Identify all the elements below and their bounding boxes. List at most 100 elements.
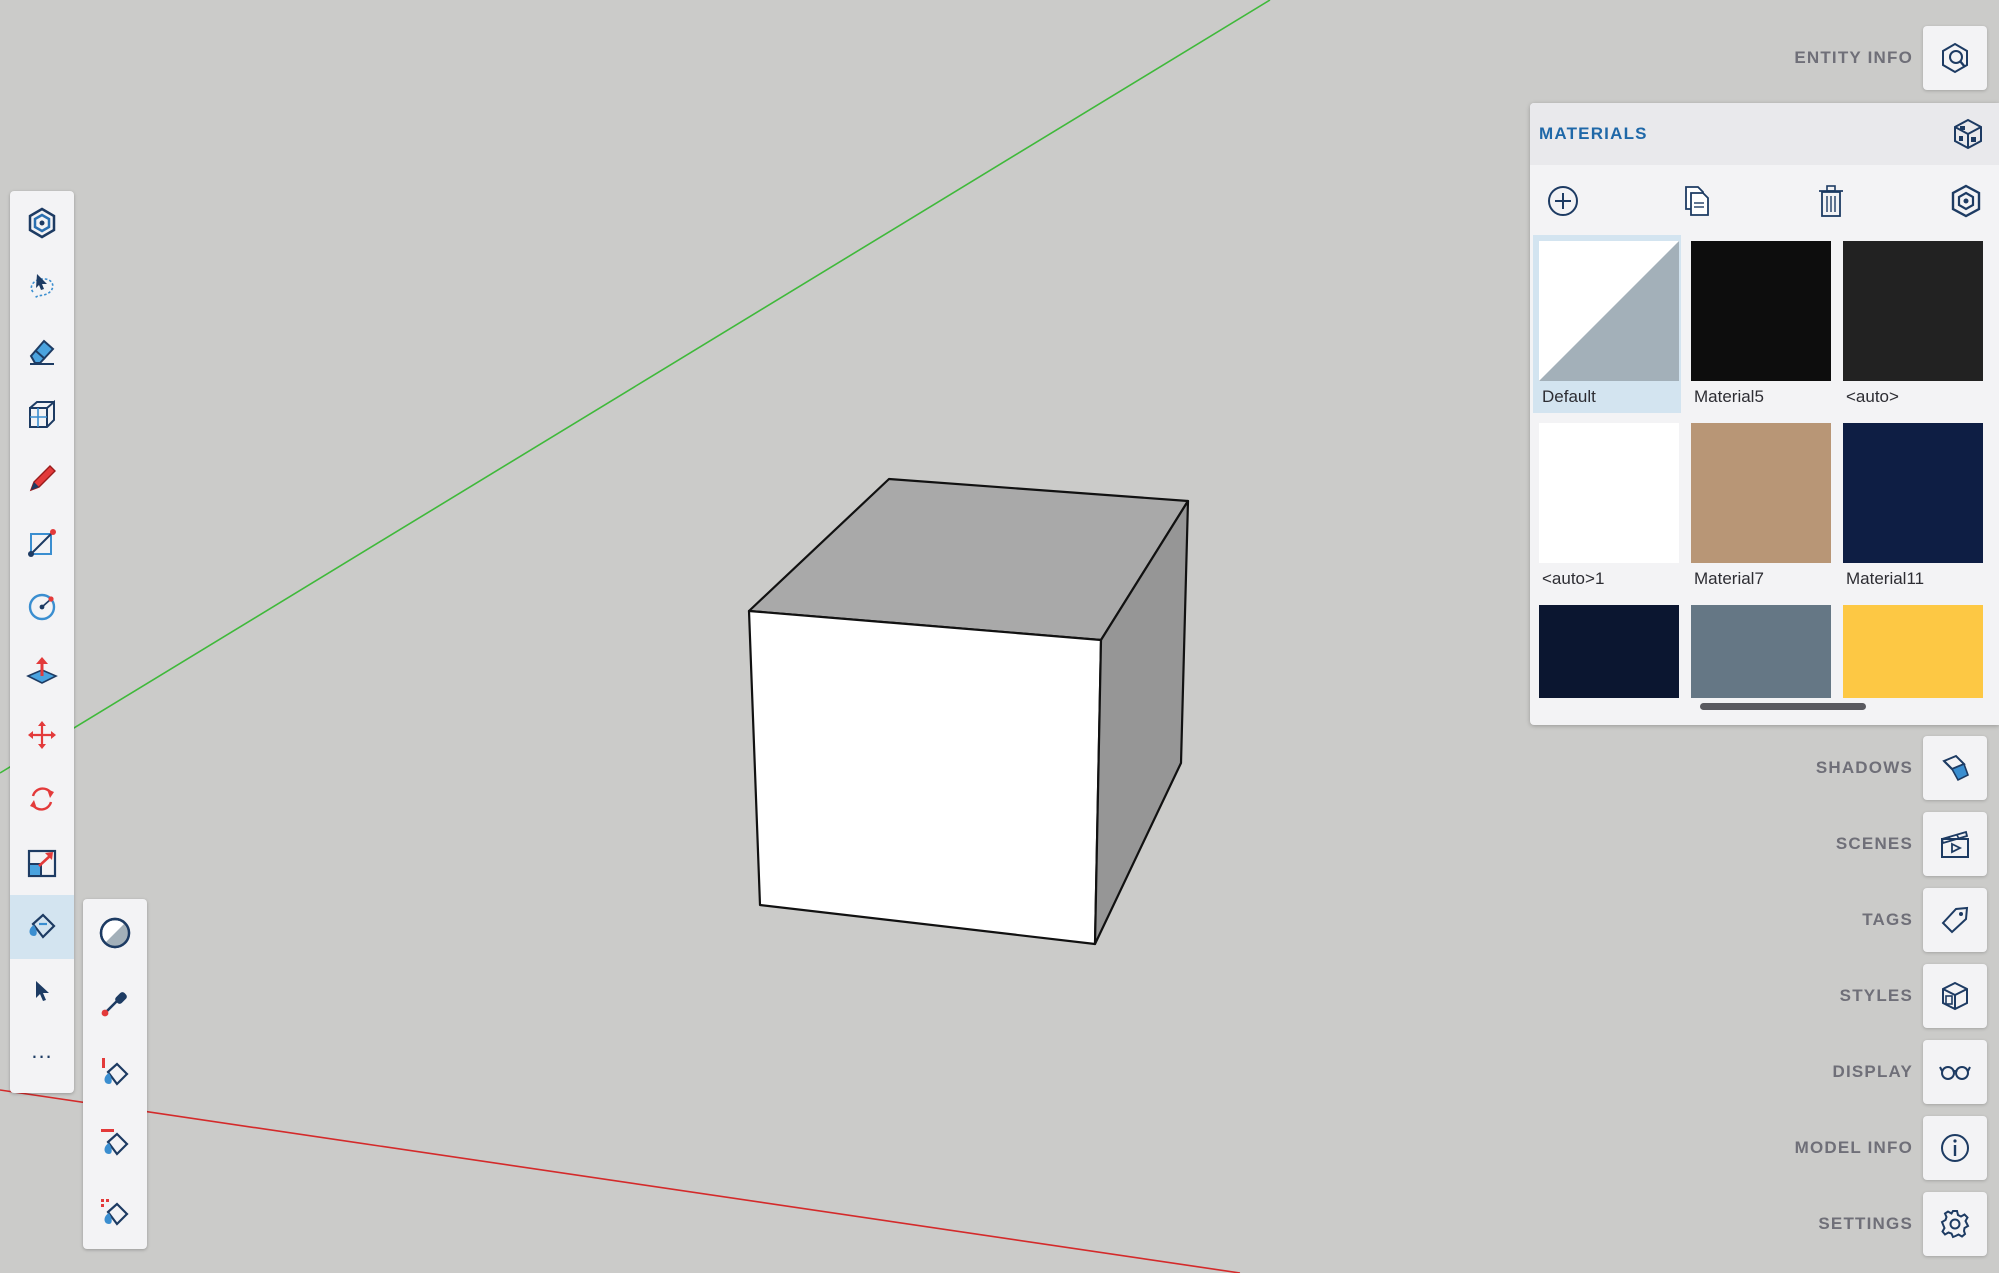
select-tool[interactable] (10, 959, 74, 1023)
materials-actions (1530, 173, 1999, 229)
eyedropper-tool[interactable] (83, 971, 147, 1035)
styles-button[interactable] (1923, 964, 1987, 1028)
circle-icon (28, 593, 56, 621)
material-swatch-color (1691, 423, 1831, 563)
paint-replace-icon (101, 1129, 129, 1156)
display-panel-toggle: DISPLAY (1832, 1040, 1987, 1104)
materials-cube-icon (1954, 118, 1982, 150)
push-pull-icon (26, 657, 58, 684)
paint-adjacent-icon (101, 1199, 129, 1226)
scenes-label[interactable]: SCENES (1836, 834, 1913, 854)
material-swatch-color (1691, 605, 1831, 698)
materials-scrollbar[interactable] (1700, 703, 1866, 710)
material-swatch-material7[interactable]: Material7 (1685, 417, 1833, 595)
paint-bucket-icon (29, 913, 56, 939)
settings-label[interactable]: SETTINGS (1818, 1214, 1913, 1234)
component-icon (28, 207, 56, 239)
material-label: Material7 (1694, 569, 1764, 588)
default-material-swatch (1539, 241, 1679, 381)
entity-info-icon (1942, 42, 1968, 74)
material-swatch-color (1539, 423, 1679, 563)
material-label: Default (1542, 387, 1596, 406)
move-tool[interactable] (10, 703, 74, 767)
tags-label[interactable]: TAGS (1862, 910, 1913, 930)
display-label[interactable]: DISPLAY (1832, 1062, 1913, 1082)
tags-panel-toggle: TAGS (1862, 888, 1987, 952)
select-arrow-icon (36, 981, 49, 1001)
cube-front-face (747, 609, 1103, 946)
cube-model[interactable] (747, 477, 1190, 946)
tags-button[interactable] (1923, 888, 1987, 952)
eraser-tool[interactable] (10, 319, 74, 383)
material-swatch-color (1539, 605, 1679, 698)
styles-icon (1942, 981, 1968, 1011)
entity-info-button[interactable] (1923, 26, 1987, 90)
entity-info-label[interactable]: ENTITY INFO (1794, 48, 1913, 68)
materials-title: MATERIALS (1539, 124, 1648, 143)
pencil-icon (29, 465, 56, 492)
model-info-label[interactable]: MODEL INFO (1795, 1138, 1913, 1158)
styles-panel-toggle: STYLES (1840, 964, 1987, 1028)
more-tools-button[interactable]: ... (10, 1023, 74, 1087)
rotate-icon (30, 787, 54, 811)
scenes-button[interactable] (1923, 812, 1987, 876)
scenes-panel-toggle: SCENES (1836, 812, 1987, 876)
add-material-icon[interactable] (1545, 183, 1581, 219)
styles-label[interactable]: STYLES (1840, 986, 1913, 1006)
material-swatch[interactable] (1837, 599, 1985, 698)
scenes-icon (1940, 830, 1969, 858)
material-swatch-material11[interactable]: Material11 (1837, 417, 1985, 595)
paint-fill-icon (102, 1058, 129, 1086)
settings-panel-toggle: SETTINGS (1818, 1192, 1987, 1256)
delete-material-icon[interactable] (1813, 183, 1849, 219)
display-button[interactable] (1923, 1040, 1987, 1104)
duplicate-material-icon[interactable] (1678, 183, 1714, 219)
model-info-panel-toggle: MODEL INFO (1795, 1116, 1987, 1180)
lasso-select-icon (30, 274, 54, 299)
material-swatch-color (1843, 241, 1983, 381)
rotate-tool[interactable] (10, 767, 74, 831)
material-swatch[interactable] (1533, 599, 1681, 698)
tape-section-icon (29, 399, 55, 428)
move-icon (28, 721, 56, 749)
material-label: Material11 (1846, 569, 1925, 588)
tape-section-tool[interactable] (10, 383, 74, 447)
component-tool[interactable] (10, 191, 74, 255)
eraser-icon (29, 339, 55, 365)
material-swatch-tool[interactable] (83, 901, 147, 965)
red-axis-line (0, 1089, 1241, 1273)
material-label: Material5 (1694, 387, 1764, 406)
material-swatch-material5[interactable]: Material5 (1685, 235, 1833, 413)
tag-icon (1941, 906, 1969, 934)
gear-icon (1940, 1210, 1970, 1239)
glasses-icon (1939, 1066, 1971, 1080)
more-icon: ... (31, 1038, 53, 1063)
material-swatch-auto[interactable]: <auto> (1837, 235, 1985, 413)
entity-info-panel-toggle: ENTITY INFO (1794, 26, 1987, 90)
material-label: <auto>1 (1542, 569, 1605, 588)
materials-grid: Default Material5 <auto> <auto>1 Materia… (1530, 229, 1999, 698)
line-tool[interactable] (10, 511, 74, 575)
circle-tool[interactable] (10, 575, 74, 639)
paint-adjacent-tool[interactable] (83, 1181, 147, 1245)
paint-replace-tool[interactable] (83, 1111, 147, 1175)
settings-button[interactable] (1923, 1192, 1987, 1256)
in-model-materials-icon[interactable] (1948, 183, 1984, 219)
material-swatch-color (1691, 241, 1831, 381)
push-pull-tool[interactable] (10, 639, 74, 703)
model-info-button[interactable] (1923, 1116, 1987, 1180)
material-swatch-default[interactable]: Default (1533, 235, 1681, 413)
material-swatch-color (1843, 423, 1983, 563)
material-swatch-icon (99, 917, 131, 949)
materials-panel: MATERIALS Default Material5 <auto> <auto… (1530, 103, 1999, 725)
material-swatch[interactable] (1685, 599, 1833, 698)
paint-bucket-tool[interactable] (10, 895, 74, 959)
shadows-button[interactable] (1923, 736, 1987, 800)
scale-tool[interactable] (10, 831, 74, 895)
shadows-label[interactable]: SHADOWS (1816, 758, 1913, 778)
paint-fill-tool[interactable] (83, 1041, 147, 1105)
materials-header[interactable]: MATERIALS (1530, 103, 1999, 165)
lasso-select-tool[interactable] (10, 255, 74, 319)
material-swatch-auto1[interactable]: <auto>1 (1533, 417, 1681, 595)
pencil-tool[interactable] (10, 447, 74, 511)
